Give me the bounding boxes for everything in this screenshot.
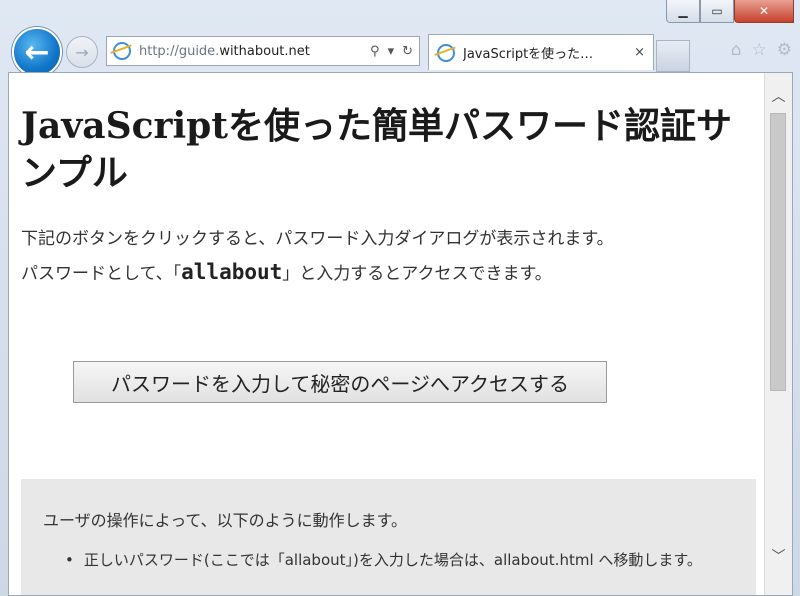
scrollbar-thumb[interactable] bbox=[770, 113, 786, 391]
access-secret-page-button[interactable]: パスワードを入力して秘密のページへアクセスする bbox=[73, 361, 607, 403]
site-favicon-icon bbox=[113, 42, 131, 60]
page-viewport: JavaScriptを使った簡単パスワード認証サンプル 下記のボタンをクリックす… bbox=[8, 72, 793, 596]
description-line-2: パスワードとして、「allabout」と入力するとアクセスできます。 bbox=[21, 256, 756, 291]
scroll-up-icon[interactable]: ︿ bbox=[765, 85, 792, 107]
description-line-2-after: 」と入力するとアクセスできます。 bbox=[282, 264, 552, 284]
home-icon[interactable]: ⌂ bbox=[731, 40, 742, 60]
close-window-button[interactable]: ✕ bbox=[734, 0, 794, 23]
page-title: JavaScriptを使った簡単パスワード認証サンプル bbox=[21, 105, 732, 194]
url-domain: withabout.net bbox=[219, 43, 310, 59]
address-bar[interactable]: http://guide.withabout.net ⚲ ▾ ↻ bbox=[106, 36, 420, 66]
window-caption-buttons: ▁ ▭ ✕ bbox=[666, 0, 794, 23]
description-line-1: 下記のボタンをクリックすると、パスワード入力ダイアログが表示されます。 bbox=[21, 229, 614, 249]
gear-icon[interactable]: ⚙ bbox=[777, 40, 792, 60]
back-button[interactable]: ← bbox=[12, 27, 62, 77]
url-prefix: http://guide. bbox=[139, 43, 220, 59]
behavior-note-box: ユーザの操作によって、以下のように動作します。 正しいパスワード(ここでは「al… bbox=[21, 479, 756, 595]
search-icon[interactable]: ⚲ bbox=[370, 44, 380, 59]
scroll-down-icon[interactable]: ﹀ bbox=[765, 545, 792, 567]
toolbar-icons: ⌂ ☆ ⚙ bbox=[731, 40, 792, 60]
tab-title: JavaScriptを使った… bbox=[463, 47, 594, 62]
description-line-2-before: パスワードとして、「 bbox=[21, 264, 182, 284]
note-list: 正しいパスワード(ここでは「allabout」)を入力した場合は、allabou… bbox=[83, 547, 743, 573]
tab-close-button[interactable]: × bbox=[634, 45, 645, 60]
note-text: ユーザの操作によって、以下のように動作します。 bbox=[43, 511, 408, 530]
address-url[interactable]: http://guide.withabout.net bbox=[139, 44, 310, 59]
maximize-button[interactable]: ▭ bbox=[700, 0, 734, 23]
refresh-icon[interactable]: ↻ bbox=[402, 44, 413, 59]
page-content: JavaScriptを使った簡単パスワード認証サンプル 下記のボタンをクリックす… bbox=[9, 73, 765, 595]
new-tab-button[interactable] bbox=[656, 40, 690, 72]
password-hint: allabout bbox=[181, 260, 283, 284]
list-item: 正しいパスワード(ここでは「allabout」)を入力した場合は、allabou… bbox=[83, 547, 743, 573]
vertical-scrollbar[interactable]: ︿ ﹀ bbox=[764, 73, 792, 595]
browser-window: ▁ ▭ ✕ ← → http://guide.withabout.net ⚲ ▾… bbox=[0, 0, 800, 596]
page-description: 下記のボタンをクリックすると、パスワード入力ダイアログが表示されます。 パスワー… bbox=[21, 223, 756, 291]
dropdown-icon[interactable]: ▾ bbox=[388, 44, 395, 59]
star-icon[interactable]: ☆ bbox=[752, 40, 767, 60]
forward-button[interactable]: → bbox=[66, 36, 98, 68]
back-arrow-icon: ← bbox=[24, 34, 50, 70]
forward-arrow-icon: → bbox=[75, 42, 89, 62]
minimize-button[interactable]: ▁ bbox=[666, 0, 700, 23]
address-actions: ⚲ ▾ ↻ bbox=[370, 44, 413, 59]
tab-favicon-icon bbox=[437, 43, 455, 62]
tab-active[interactable]: JavaScriptを使った… × bbox=[428, 34, 654, 70]
